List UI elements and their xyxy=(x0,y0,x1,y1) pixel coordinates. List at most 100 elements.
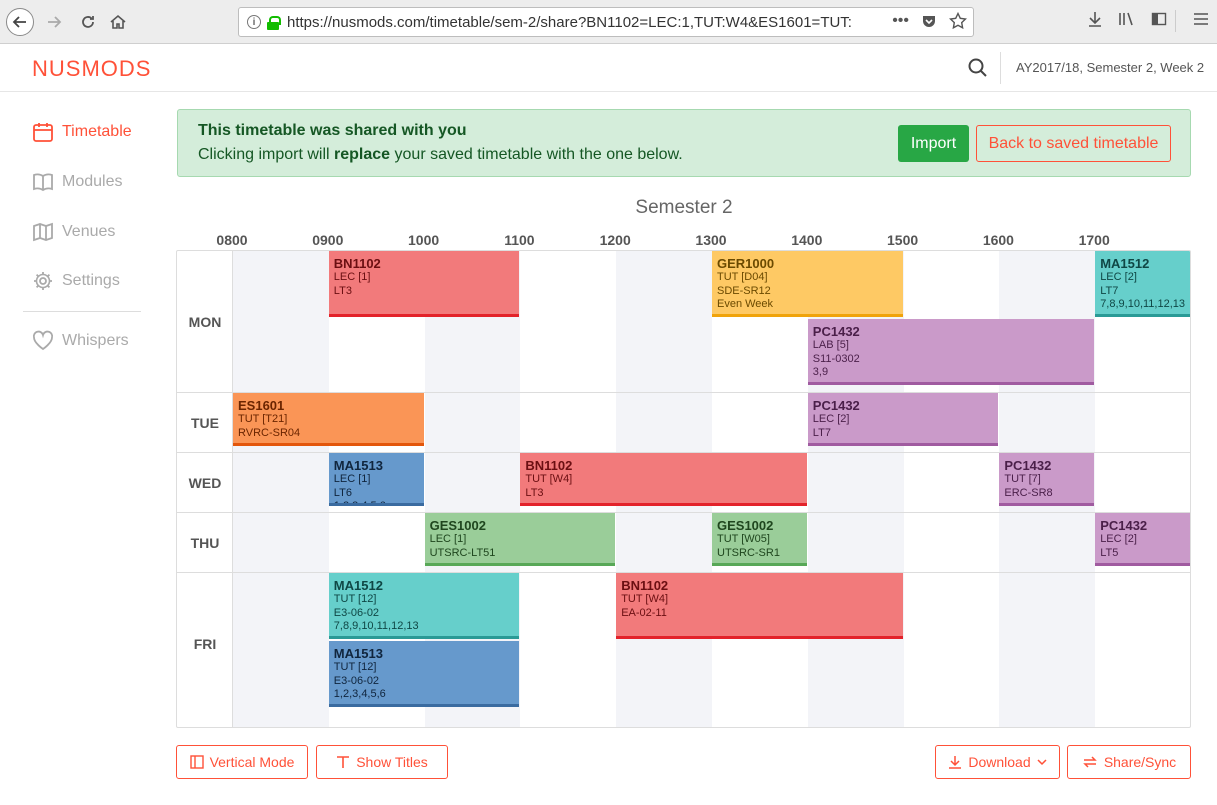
sidebar-item-label: Timetable xyxy=(62,123,132,140)
lesson-type: LEC [2] xyxy=(812,413,850,425)
lesson-cell[interactable]: MA1513 LEC [1] LT6 1,2,3,4,5,6 xyxy=(328,453,424,506)
hour-label: 0800 xyxy=(216,232,248,248)
map-icon xyxy=(33,222,53,242)
menu-icon[interactable] xyxy=(1185,12,1217,31)
lesson-venue: LT3 xyxy=(525,486,544,499)
semester-title: Semester 2 xyxy=(635,197,733,218)
share-sync-button[interactable]: Share/Sync xyxy=(1067,745,1191,779)
home-button[interactable] xyxy=(104,8,132,36)
lesson-venue: UTSRC-SR1 xyxy=(717,546,780,559)
vertical-mode-button[interactable]: Vertical Mode xyxy=(176,745,308,779)
lesson-venue: ERC-SR8 xyxy=(1004,486,1053,499)
lesson-code: MA1513 xyxy=(333,646,383,661)
hour-label: 0900 xyxy=(312,232,344,248)
lesson-weeks: 1,2,3,4,5,6 xyxy=(333,688,386,700)
lesson-type: TUT [12] xyxy=(333,661,377,673)
pocket-icon[interactable] xyxy=(921,13,937,29)
lesson-code: MA1512 xyxy=(1100,256,1150,271)
lesson-cell[interactable]: PC1432 LEC [2] LT7 xyxy=(807,393,999,446)
day-label: TUE xyxy=(191,415,219,431)
sidebar-item-timetable[interactable]: Timetable xyxy=(32,117,132,147)
sidebar-item-label: Venues xyxy=(62,223,116,240)
reload-button[interactable] xyxy=(74,8,102,36)
timetable-grid: MON TUE WED THU FRI BN1102 LEC [1] LT3 GER1000 TU… xyxy=(176,250,1191,728)
nusmods-logo[interactable]: NUSMODS xyxy=(32,56,151,82)
lesson-venue: EA-02-11 xyxy=(621,606,667,619)
import-button[interactable]: Import xyxy=(898,125,969,162)
back-to-saved-timetable-button[interactable]: Back to saved timetable xyxy=(976,125,1171,162)
search-icon[interactable] xyxy=(966,56,990,80)
gear-icon xyxy=(34,272,52,290)
lesson-venue: RVRC-SR04 xyxy=(238,426,301,439)
lesson-type: TUT [W4] xyxy=(525,473,573,485)
sidebar-toggle-icon[interactable] xyxy=(1143,11,1175,32)
show-titles-button[interactable]: Show Titles xyxy=(316,745,448,779)
sidebar-item-label: Whispers xyxy=(62,332,129,349)
back-button[interactable] xyxy=(6,8,34,36)
lesson-cell[interactable]: MA1513 TUT [12] E3-06-02 1,2,3,4,5,6 xyxy=(328,641,520,707)
lesson-code: BN1102 xyxy=(333,256,381,271)
lock-icon xyxy=(267,15,281,30)
sidebar-item-label: Settings xyxy=(62,272,120,289)
lesson-venue: LT3 xyxy=(333,284,352,297)
lesson-cell[interactable]: GER1000 TUT [D04] SDE-SR12 Even Week xyxy=(712,251,903,317)
lesson-code: PC1432 xyxy=(812,398,860,413)
more-actions-icon[interactable]: ••• xyxy=(892,12,909,30)
lesson-code: PC1432 xyxy=(812,324,860,339)
sidebar-item-modules[interactable]: Modules xyxy=(32,167,122,197)
download-button[interactable]: Download xyxy=(935,745,1060,779)
lesson-cell[interactable]: PC1432 LEC [2] LT5 xyxy=(1095,513,1190,566)
hour-label: 1000 xyxy=(408,232,440,248)
alert-title: This timetable was shared with you xyxy=(198,122,467,139)
columns-icon xyxy=(189,755,204,769)
lesson-venue: S11-0302 xyxy=(812,352,860,365)
lesson-cell[interactable]: BN1102 TUT [W4] EA-02-11 xyxy=(616,573,903,639)
calendar-icon xyxy=(33,123,53,142)
lesson-venue: SDE-SR12 xyxy=(717,284,771,297)
sidebar-item-whispers[interactable]: Whispers xyxy=(32,326,129,356)
lesson-venue: LT6 xyxy=(333,486,352,499)
hour-label: 1200 xyxy=(599,232,631,248)
lesson-code: PC1432 xyxy=(1004,458,1052,473)
lesson-weeks: 3,9 xyxy=(812,366,829,378)
browser-toolbar: i https://nusmods.com/timetable/sem-2/sh… xyxy=(0,0,1217,44)
lesson-cell[interactable]: PC1432 LAB [5] S11-0302 3,9 xyxy=(807,319,1095,385)
hour-label: 1300 xyxy=(695,232,727,248)
lesson-weeks: 7,8,9,10,11,12,13 xyxy=(1100,298,1186,310)
lesson-type: LAB [5] xyxy=(812,339,849,351)
star-icon[interactable] xyxy=(949,12,967,30)
header-divider xyxy=(1000,52,1001,84)
hour-stripe xyxy=(233,251,329,727)
arrow-right-icon xyxy=(48,16,62,28)
download-icon[interactable] xyxy=(1079,11,1111,32)
sidebar-nav: Timetable Modules Venues Settings Whispe… xyxy=(0,93,165,805)
hour-label: 1500 xyxy=(887,232,919,248)
lesson-venue: E3-06-02 xyxy=(333,674,380,687)
lesson-type: LEC [2] xyxy=(1100,271,1137,283)
browser-right-tools xyxy=(1079,10,1217,32)
lesson-type: TUT [12] xyxy=(333,593,377,605)
hour-label: 1700 xyxy=(1078,232,1110,248)
lesson-cell[interactable]: BN1102 TUT [W4] LT3 xyxy=(520,453,807,506)
lesson-cell[interactable]: MA1512 TUT [12] E3-06-02 7,8,9,10,11,12,13 xyxy=(328,573,520,639)
lesson-type: TUT [T21] xyxy=(238,413,288,425)
lesson-cell[interactable]: BN1102 LEC [1] LT3 xyxy=(328,251,520,317)
info-icon[interactable]: i xyxy=(247,15,261,29)
sidebar-item-settings[interactable]: Settings xyxy=(32,266,120,296)
text-icon xyxy=(337,756,350,768)
sidebar-item-venues[interactable]: Venues xyxy=(32,217,115,247)
lesson-cell[interactable]: PC1432 TUT [7] ERC-SR8 xyxy=(999,453,1095,506)
lesson-cell[interactable]: MA1512 LEC [2] LT7 7,8,9,10,11,12,13 xyxy=(1095,251,1190,317)
lesson-cell[interactable]: ES1601 TUT [T21] RVRC-SR04 xyxy=(233,393,424,446)
url-bar[interactable]: i https://nusmods.com/timetable/sem-2/sh… xyxy=(238,7,974,37)
lesson-cell[interactable]: GES1002 LEC [1] UTSRC-LT51 xyxy=(424,513,616,566)
lesson-type: TUT [W05] xyxy=(717,533,770,545)
lesson-code: GER1000 xyxy=(717,256,775,271)
lesson-cell[interactable]: GES1002 TUT [W05] UTSRC-SR1 xyxy=(712,513,807,566)
library-icon[interactable] xyxy=(1111,11,1143,32)
forward-button[interactable] xyxy=(40,8,68,36)
lesson-venue: UTSRC-LT51 xyxy=(429,546,496,559)
lesson-code: MA1513 xyxy=(333,458,383,473)
lesson-code: BN1102 xyxy=(525,458,573,473)
sidebar-item-label: Modules xyxy=(62,173,123,190)
